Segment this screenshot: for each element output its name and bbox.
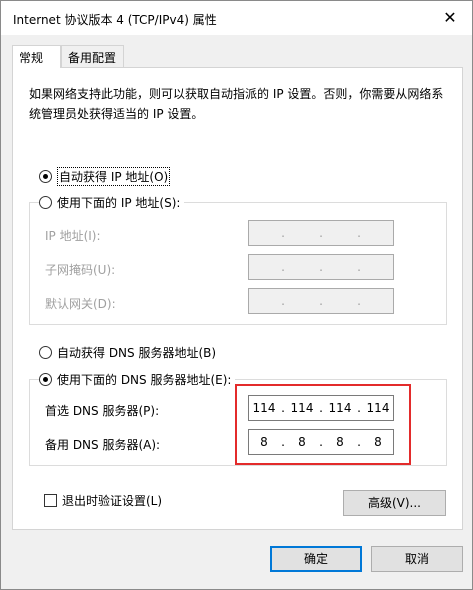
validate-checkbox-row[interactable]: 退出时验证设置(L) — [44, 492, 162, 509]
alternate-dns-label: 备用 DNS 服务器(A): — [45, 438, 161, 452]
manual-ip-label: 使用下面的 IP 地址(S): — [57, 196, 181, 210]
auto-ip-radio[interactable] — [39, 170, 52, 183]
alternate-dns-input[interactable]: 8. 8. 8. 8 — [248, 429, 394, 455]
auto-dns-radio[interactable] — [39, 346, 52, 359]
preferred-dns-octet-3: 114 — [328, 401, 352, 415]
alternate-dns-octet-1: 8 — [260, 435, 268, 449]
manual-dns-radio-row[interactable]: 使用下面的 DNS 服务器地址(E): — [39, 371, 236, 388]
tab-alternate-config[interactable]: 备用配置 — [61, 45, 124, 67]
manual-ip-radio-row[interactable]: 使用下面的 IP 地址(S): — [39, 194, 185, 211]
title-bar: Internet 协议版本 4 (TCP/IPv4) 属性 ✕ — [1, 1, 472, 35]
manual-dns-label: 使用下面的 DNS 服务器地址(E): — [57, 373, 232, 387]
properties-dialog: Internet 协议版本 4 (TCP/IPv4) 属性 ✕ 常规 备用配置 … — [0, 0, 473, 590]
tab-general[interactable]: 常规 — [12, 45, 61, 68]
auto-ip-label: 自动获得 IP 地址(O) — [57, 167, 171, 186]
preferred-dns-octet-2: 114 — [290, 401, 314, 415]
subnet-mask-input[interactable]: ... — [248, 254, 394, 280]
subnet-mask-label: 子网掩码(U): — [45, 263, 116, 277]
close-icon[interactable]: ✕ — [438, 7, 462, 29]
validate-checkbox[interactable] — [44, 494, 57, 507]
ok-button[interactable]: 确定 — [270, 546, 362, 572]
preferred-dns-octet-1: 114 — [252, 401, 276, 415]
ip-address-input[interactable]: ... — [248, 220, 394, 246]
alternate-dns-octet-4: 8 — [374, 435, 382, 449]
auto-dns-radio-row[interactable]: 自动获得 DNS 服务器地址(B) — [39, 344, 216, 361]
auto-dns-label: 自动获得 DNS 服务器地址(B) — [57, 346, 217, 360]
advanced-button[interactable]: 高级(V)... — [343, 490, 446, 516]
preferred-dns-label: 首选 DNS 服务器(P): — [45, 404, 160, 418]
window-title: Internet 协议版本 4 (TCP/IPv4) 属性 — [13, 13, 217, 27]
auto-ip-radio-row[interactable]: 自动获得 IP 地址(O) — [39, 167, 171, 186]
description-text: 如果网络支持此功能，则可以获取自动指派的 IP 设置。否则，你需要从网络系统管理… — [29, 87, 444, 121]
ip-address-label: IP 地址(I): — [45, 229, 101, 243]
validate-label: 退出时验证设置(L) — [62, 494, 163, 508]
cancel-button[interactable]: 取消 — [371, 546, 463, 572]
alternate-dns-octet-2: 8 — [298, 435, 306, 449]
general-panel: 如果网络支持此功能，则可以获取自动指派的 IP 设置。否则，你需要从网络系统管理… — [12, 67, 463, 530]
preferred-dns-input[interactable]: 114. 114. 114. 114 — [248, 395, 394, 421]
default-gateway-label: 默认网关(D): — [45, 297, 116, 311]
manual-dns-radio[interactable] — [39, 373, 52, 386]
manual-ip-radio[interactable] — [39, 196, 52, 209]
alternate-dns-octet-3: 8 — [336, 435, 344, 449]
default-gateway-input[interactable]: ... — [248, 288, 394, 314]
preferred-dns-octet-4: 114 — [366, 401, 390, 415]
